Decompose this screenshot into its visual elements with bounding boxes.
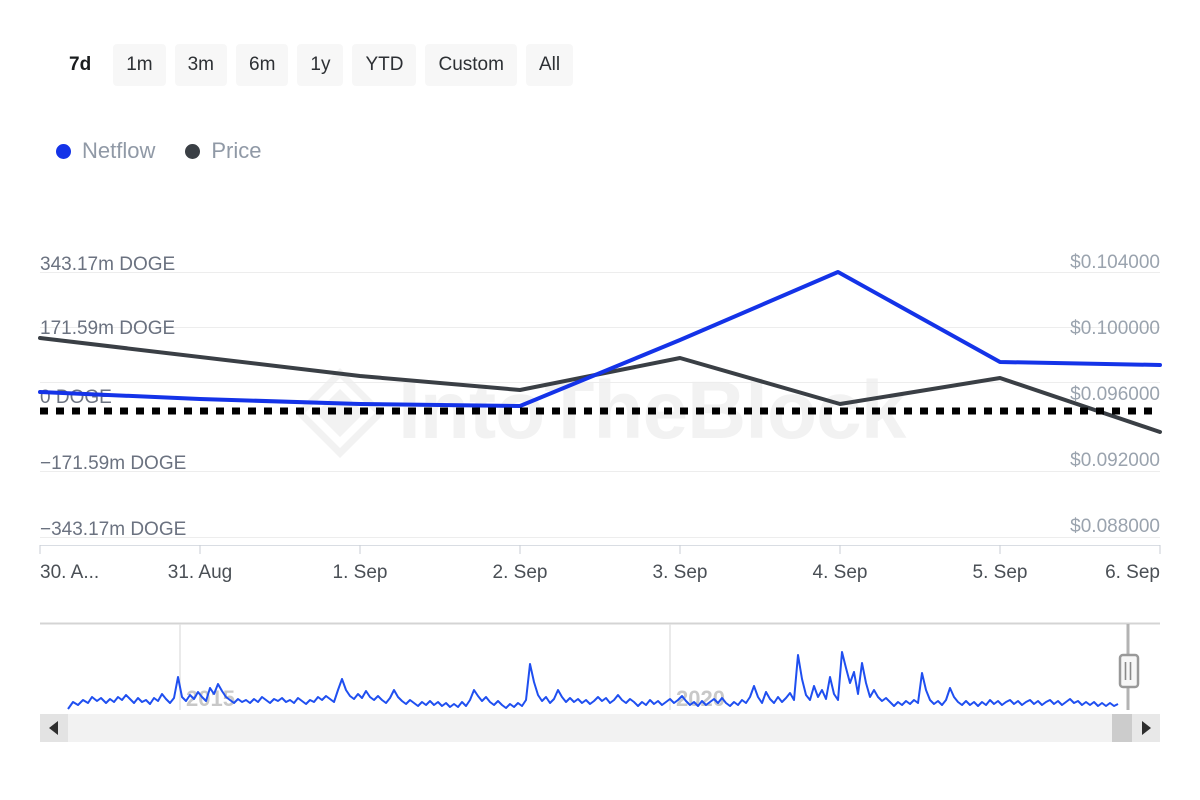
y-axis-right-tick-label: $0.100000 xyxy=(1070,318,1160,339)
x-axis-tick-label: 5. Sep xyxy=(973,562,1028,583)
y-axis-right-tick-label: $0.104000 xyxy=(1070,252,1160,273)
navigator-scrollbar[interactable] xyxy=(40,714,1160,742)
y-axis-left-tick-label: 171.59m DOGE xyxy=(40,318,175,339)
scrollbar-left-arrow-button[interactable] xyxy=(40,714,68,742)
x-axis: 30. A... 31. Aug 1. Sep 2. Sep 3. Sep 4.… xyxy=(40,545,1160,583)
y-axis-left-tick-label: 343.17m DOGE xyxy=(40,254,175,275)
scrollbar-right-arrow-button[interactable] xyxy=(1132,714,1160,742)
x-axis-tick-label: 6. Sep xyxy=(1105,562,1160,583)
y-axis-left-tick-label: −171.59m DOGE xyxy=(40,453,186,474)
x-axis-tick-label: 31. Aug xyxy=(168,562,232,583)
y-axis-left-tick-label: 0 DOGE xyxy=(40,387,112,408)
y-axis-right-tick-label: $0.088000 xyxy=(1070,516,1160,537)
navigator[interactable]: 2015 2020 xyxy=(40,622,1160,711)
y-axis-left-tick-label: −343.17m DOGE xyxy=(40,519,186,540)
x-axis-tick-label: 30. A... xyxy=(40,562,99,583)
x-axis-tick-label: 4. Sep xyxy=(813,562,868,583)
x-axis-tick-label: 3. Sep xyxy=(653,562,708,583)
y-axis-right: $0.104000 $0.100000 $0.096000 $0.092000 … xyxy=(1070,252,1160,537)
chart-area: IntoTheBlock 343.17m DOGE 171.59m DOGE 0… xyxy=(0,0,1200,800)
y-axis-right-tick-label: $0.092000 xyxy=(1070,450,1160,471)
scrollbar-thumb[interactable] xyxy=(1112,714,1132,742)
x-axis-tick-label: 1. Sep xyxy=(333,562,388,583)
x-axis-tick-label: 2. Sep xyxy=(493,562,548,583)
y-axis-right-tick-label: $0.096000 xyxy=(1070,384,1160,405)
